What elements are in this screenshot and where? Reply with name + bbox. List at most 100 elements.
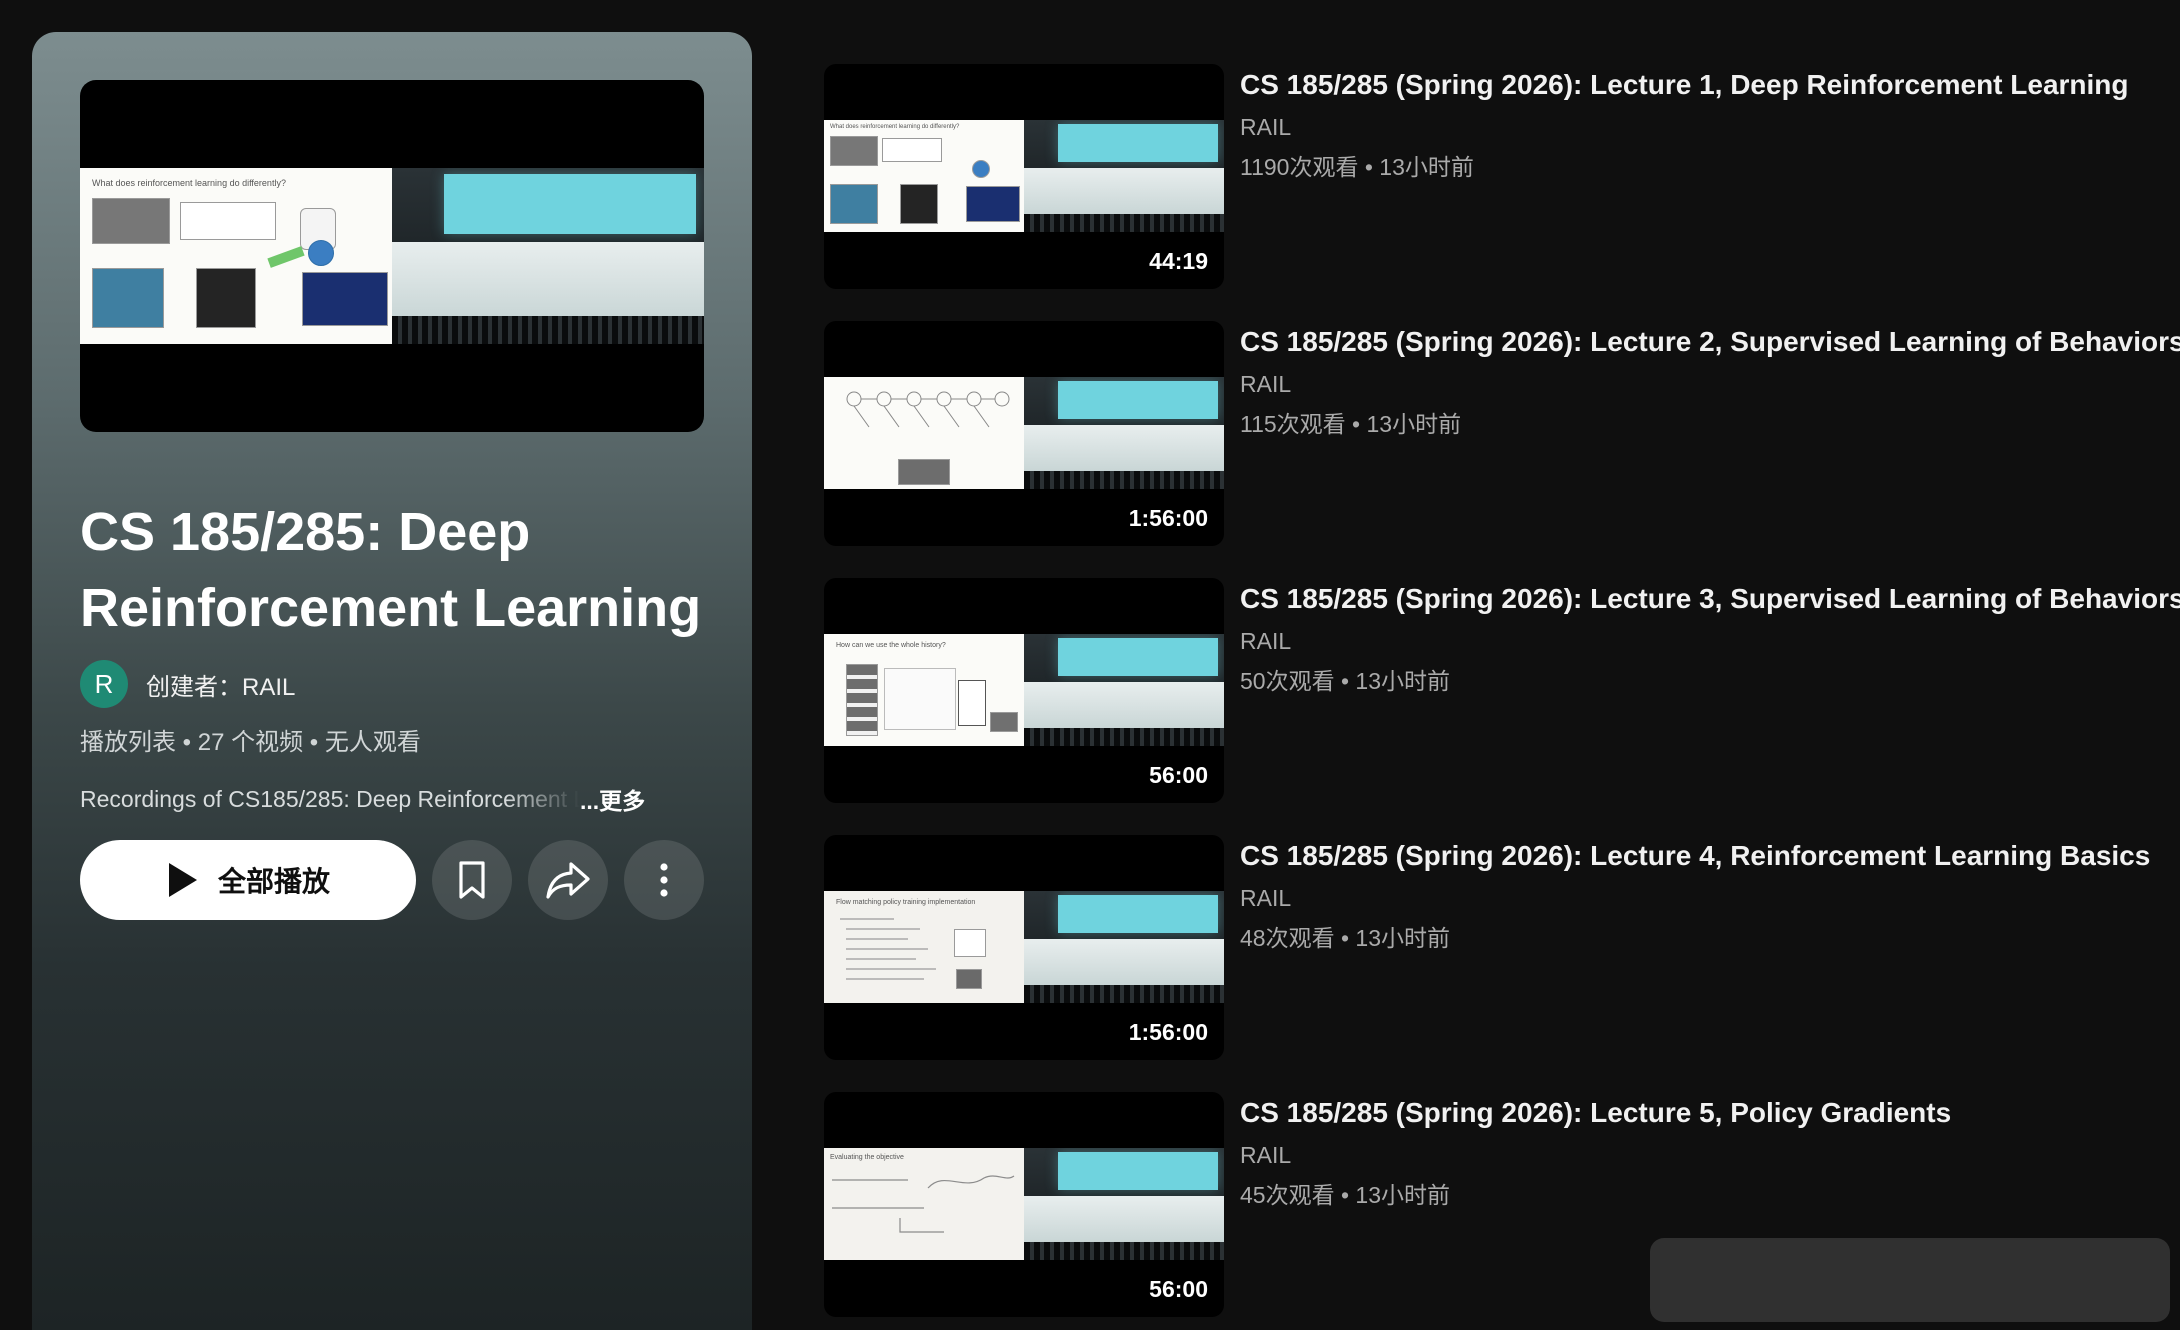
playlist-meta: 播放列表 • 27 个视频 • 无人观看 xyxy=(80,729,421,756)
video-title[interactable]: CS 185/285 (Spring 2026): Lecture 1, Dee… xyxy=(1240,66,2160,104)
video-channel[interactable]: RAIL xyxy=(1240,622,2160,660)
slide-heading: What does reinforcement learning do diff… xyxy=(830,124,960,130)
lecture-hall-camera xyxy=(1024,634,1224,746)
projector-screen xyxy=(1058,1152,1218,1190)
video-duration: 56:00 xyxy=(1149,762,1208,788)
slide-diagram xyxy=(882,138,942,162)
whiteboard xyxy=(1024,168,1224,214)
audience-seats xyxy=(1024,471,1224,489)
creator-row[interactable]: R 创建者：RAIL xyxy=(80,660,295,708)
playlist-cover-thumbnail[interactable]: What does reinforcement learning do diff… xyxy=(80,80,704,432)
playlist-description-row[interactable]: Recordings of CS185/285: Deep Reinforcem… xyxy=(80,782,704,816)
video-title[interactable]: CS 185/285 (Spring 2026): Lecture 2, Sup… xyxy=(1240,323,2180,361)
lecture-slide: What does reinforcement learning do diff… xyxy=(824,120,1024,232)
cover-slide-image-1 xyxy=(92,268,164,328)
cover-thumbnail-art: What does reinforcement learning do diff… xyxy=(80,168,704,344)
share-icon xyxy=(546,862,590,899)
slide-pseudocode xyxy=(840,918,936,980)
playlist-video-list: What does reinforcement learning do diff… xyxy=(824,64,2180,1330)
thumbnail-art xyxy=(824,377,1224,489)
video-title[interactable]: CS 185/285 (Spring 2026): Lecture 3, Sup… xyxy=(1240,580,2180,618)
playlist-header-panel: What does reinforcement learning do diff… xyxy=(32,32,752,1330)
play-all-button[interactable]: 全部播放 xyxy=(80,840,416,920)
video-meta: 115次观看 • 13小时前 xyxy=(1240,411,1462,437)
video-info: CS 185/285 (Spring 2026): Lecture 3, Sup… xyxy=(1240,580,2180,702)
slide-image-1 xyxy=(830,184,878,224)
projector-screen xyxy=(1058,895,1218,933)
whiteboard xyxy=(1024,682,1224,728)
cover-audience-seats xyxy=(392,315,704,344)
slide-sequence-diagram xyxy=(884,668,956,730)
more-vertical-icon xyxy=(660,863,668,897)
projector-screen xyxy=(1058,124,1218,162)
description-more-link[interactable]: ...更多 xyxy=(580,782,645,816)
video-meta: 50次观看 • 13小时前 xyxy=(1240,668,1450,694)
lecture-hall-camera xyxy=(1024,1148,1224,1260)
slide-robot-photo xyxy=(956,969,982,989)
video-meta: 1190次观看 • 13小时前 xyxy=(1240,154,1474,180)
bookmark-icon xyxy=(459,861,485,899)
slide-photo xyxy=(830,136,878,166)
video-thumbnail[interactable]: What does reinforcement learning do diff… xyxy=(824,64,1224,289)
slide-output-image xyxy=(990,712,1018,732)
cover-projector-screen xyxy=(444,174,696,234)
audience-seats xyxy=(1024,214,1224,232)
video-list-item[interactable]: What does reinforcement learning do diff… xyxy=(824,64,2164,321)
video-thumbnail[interactable]: 1:56:00 xyxy=(824,321,1224,546)
slide-image-3 xyxy=(966,186,1020,222)
video-meta: 48次观看 • 13小时前 xyxy=(1240,925,1450,951)
video-channel[interactable]: RAIL xyxy=(1240,365,2160,403)
playlist-description: Recordings of CS185/285: Deep Reinforcem… xyxy=(80,785,580,812)
playlist-title: CS 185/285: Deep Reinforcement Learning xyxy=(80,502,702,638)
cover-lecture-slide: What does reinforcement learning do diff… xyxy=(80,168,392,344)
video-info: CS 185/285 (Spring 2026): Lecture 1, Dee… xyxy=(1240,66,2160,188)
lecture-hall-camera xyxy=(1024,377,1224,489)
video-thumbnail[interactable]: How can we use the whole history? 56:00 xyxy=(824,578,1224,803)
share-button[interactable] xyxy=(528,840,608,920)
lecture-slide: Evaluating the objective xyxy=(824,1148,1024,1260)
thumbnail-art: What does reinforcement learning do diff… xyxy=(824,120,1224,232)
cover-slide-image-3 xyxy=(302,272,388,326)
video-info: CS 185/285 (Spring 2026): Lecture 2, Sup… xyxy=(1240,323,2180,445)
thumbnail-art: Evaluating the objective xyxy=(824,1148,1224,1260)
lecture-hall-camera xyxy=(1024,120,1224,232)
slide-image-2 xyxy=(900,184,938,224)
cover-slide-globe xyxy=(308,240,334,266)
video-info: CS 185/285 (Spring 2026): Lecture 5, Pol… xyxy=(1240,1094,2160,1216)
video-list-item[interactable]: Flow matching policy training implementa… xyxy=(824,835,2164,1092)
slide-globe xyxy=(972,160,990,178)
video-thumbnail[interactable]: Evaluating the objective 56:00 xyxy=(824,1092,1224,1317)
lecture-slide: How can we use the whole history? xyxy=(824,634,1024,746)
slide-model-box xyxy=(958,680,986,726)
projector-screen xyxy=(1058,638,1218,676)
video-title[interactable]: CS 185/285 (Spring 2026): Lecture 4, Rei… xyxy=(1240,837,2160,875)
video-channel[interactable]: RAIL xyxy=(1240,108,2160,146)
projector-screen xyxy=(1058,381,1218,419)
whiteboard xyxy=(1024,425,1224,471)
cover-whiteboard xyxy=(392,242,704,318)
lecture-slide: Flow matching policy training implementa… xyxy=(824,891,1024,1003)
video-list-item[interactable]: 1:56:00 CS 185/285 (Spring 2026): Lectur… xyxy=(824,321,2180,578)
more-actions-button[interactable] xyxy=(624,840,704,920)
corner-watermark xyxy=(1650,1238,2170,1322)
slide-diagram xyxy=(954,929,986,957)
whiteboard xyxy=(1024,1196,1224,1242)
audience-seats xyxy=(1024,728,1224,746)
creator-name[interactable]: 创建者：RAIL xyxy=(146,667,295,702)
video-thumbnail[interactable]: Flow matching policy training implementa… xyxy=(824,835,1224,1060)
cover-slide-arrow xyxy=(267,246,305,268)
play-all-label: 全部播放 xyxy=(217,866,330,897)
video-channel[interactable]: RAIL xyxy=(1240,1136,2160,1174)
video-channel[interactable]: RAIL xyxy=(1240,879,2160,917)
audience-seats xyxy=(1024,985,1224,1003)
creator-avatar[interactable]: R xyxy=(80,660,128,708)
cover-slide-image-2 xyxy=(196,268,256,328)
video-title[interactable]: CS 185/285 (Spring 2026): Lecture 5, Pol… xyxy=(1240,1094,2160,1132)
slide-image-stack xyxy=(846,664,878,736)
video-list-item[interactable]: How can we use the whole history? 56:00 xyxy=(824,578,2180,835)
video-duration: 44:19 xyxy=(1149,248,1208,274)
audience-seats xyxy=(1024,1242,1224,1260)
cover-slide-heading: What does reinforcement learning do diff… xyxy=(92,178,286,188)
thumbnail-art: How can we use the whole history? xyxy=(824,634,1224,746)
save-playlist-button[interactable] xyxy=(432,840,512,920)
